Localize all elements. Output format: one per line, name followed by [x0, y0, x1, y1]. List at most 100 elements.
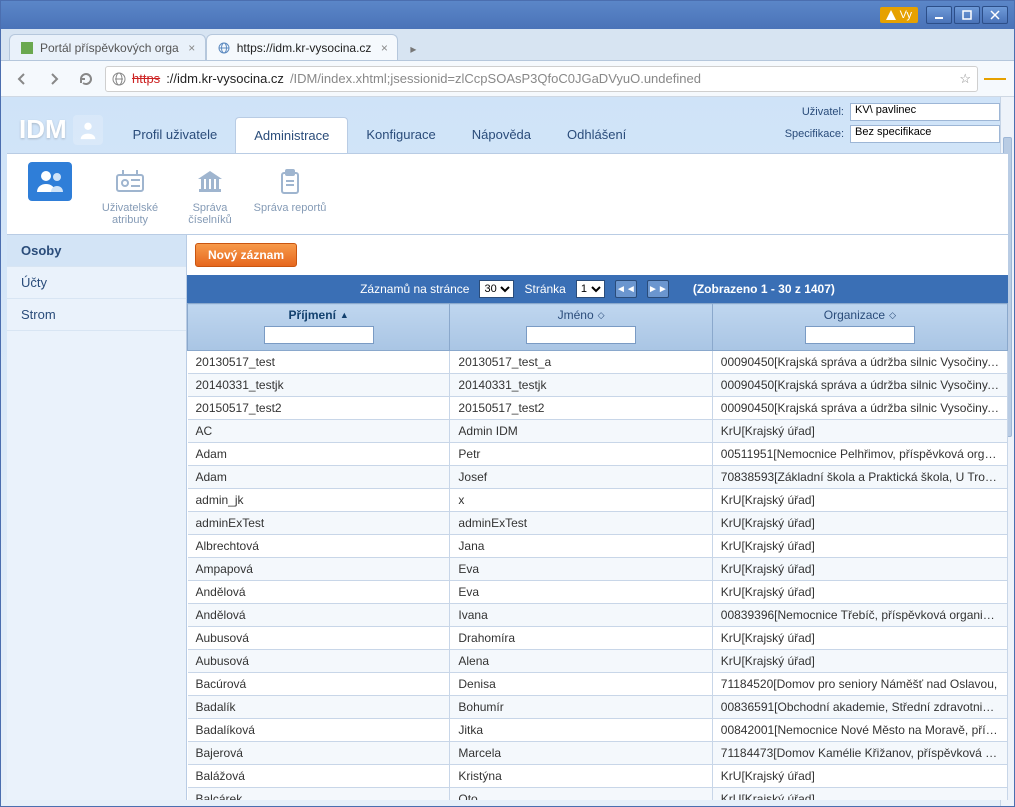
favicon-icon [20, 41, 34, 55]
tool-sprava-identit[interactable]: Správa identit [11, 160, 89, 234]
tab-close-icon[interactable]: × [377, 41, 391, 55]
new-tab-button[interactable]: ▸ [402, 38, 424, 60]
cell-surname: Balcárek [188, 788, 450, 800]
tab-title: https://idm.kr-vysocina.cz [237, 41, 372, 55]
user-label: Uživatel: [772, 106, 844, 118]
table-row[interactable]: 20150517_test220150517_test200090450[Kra… [188, 397, 1008, 420]
cell-surname: 20140331_testjk [188, 374, 450, 397]
tool-uzivatelske-atributy[interactable]: Uživatelské atributy [91, 160, 169, 234]
cell-name: Denisa [450, 673, 712, 696]
cell-surname: Aubusová [188, 650, 450, 673]
cell-org: KrU[Krajský úřad] [712, 765, 1007, 788]
page-select[interactable]: 1 [576, 280, 605, 298]
cell-org: KrU[Krajský úřad] [712, 581, 1007, 604]
table-row[interactable]: BadalíkBohumír00836591[Obchodní akademie… [188, 696, 1008, 719]
cell-name: Eva [450, 581, 712, 604]
table-row[interactable]: AubusováAlenaKrU[Krajský úřad] [188, 650, 1008, 673]
cell-name: Oto [450, 788, 712, 800]
cell-org: 00090450[Krajská správa a údržba silnic … [712, 351, 1007, 374]
pager-prev-button[interactable]: ◄◄ [615, 280, 637, 298]
sidebar-item-osoby[interactable]: Osoby [7, 235, 186, 267]
cell-org: KrU[Krajský úřad] [712, 558, 1007, 581]
cell-name: x [450, 489, 712, 512]
table-row[interactable]: adminExTestadminExTestKrU[Krajský úřad] [188, 512, 1008, 535]
table-row[interactable]: AdamPetr00511951[Nemocnice Pelhřimov, př… [188, 443, 1008, 466]
user-badge: Vy [880, 7, 918, 23]
cell-surname: Bacúrová [188, 673, 450, 696]
sidebar-item-strom[interactable]: Strom [7, 299, 186, 331]
cell-surname: Badalíková [188, 719, 450, 742]
bookmark-star-icon[interactable]: ☆ [959, 71, 971, 87]
table-row[interactable]: BajerováMarcela71184473[Domov Kamélie Kř… [188, 742, 1008, 765]
filter-name-input[interactable] [526, 326, 636, 344]
table-row[interactable]: BacúrováDenisa71184520[Domov pro seniory… [188, 673, 1008, 696]
table-row[interactable]: AlbrechtováJanaKrU[Krajský úřad] [188, 535, 1008, 558]
column-header-surname[interactable]: Příjmení▲ [188, 304, 450, 351]
tool-sprava-ciselniku[interactable]: Správa číselníků [171, 160, 249, 234]
table-row[interactable]: AubusováDrahomíraKrU[Krajský úřad] [188, 627, 1008, 650]
filter-surname-input[interactable] [264, 326, 374, 344]
forward-button[interactable] [41, 66, 67, 92]
url-field[interactable]: https://idm.kr-vysocina.cz/IDM/index.xht… [105, 66, 978, 92]
cell-name: Alena [450, 650, 712, 673]
cell-surname: AC [188, 420, 450, 443]
cell-surname: Adam [188, 443, 450, 466]
table-row[interactable]: AmpapováEvaKrU[Krajský úřad] [188, 558, 1008, 581]
browser-tab[interactable]: https://idm.kr-vysocina.cz × [206, 34, 399, 60]
spec-label: Specifikace: [772, 128, 844, 140]
cell-org: 00836591[Obchodní akademie, Střední zdra… [712, 696, 1007, 719]
pager-bar: Záznamů na stránce 30 Stránka 1 ◄◄ ►► (Z… [187, 275, 1008, 303]
table-row[interactable]: admin_jkxKrU[Krajský úřad] [188, 489, 1008, 512]
column-header-org[interactable]: Organizace◇ [712, 304, 1007, 351]
table-row[interactable]: BadalíkováJitka00842001[Nemocnice Nové M… [188, 719, 1008, 742]
table-row[interactable]: ACAdmin IDMKrU[Krajský úřad] [188, 420, 1008, 443]
pager-info: (Zobrazeno 1 - 30 z 1407) [693, 282, 835, 296]
records-per-page-label: Záznamů na stránce [360, 282, 469, 296]
records-per-page-select[interactable]: 30 [479, 280, 514, 298]
window-minimize-button[interactable] [926, 6, 952, 24]
nav-konfigurace[interactable]: Konfigurace [348, 117, 453, 153]
cell-name: Eva [450, 558, 712, 581]
tool-sprava-reportu[interactable]: Správa reportů [251, 160, 329, 234]
table-row[interactable]: AdamJosef70838593[Základní škola a Prakt… [188, 466, 1008, 489]
spec-field[interactable]: Bez specifikace [850, 125, 1000, 143]
os-window: Vy Portál příspěvkových orga × https://i… [0, 0, 1015, 807]
nav-profil-uzivatele[interactable]: Profil uživatele [115, 117, 236, 153]
cell-surname: Andělová [188, 604, 450, 627]
table-row[interactable]: 20140331_testjk20140331_testjk00090450[K… [188, 374, 1008, 397]
nav-odhlaseni[interactable]: Odhlášení [549, 117, 644, 153]
table-row[interactable]: BalážováKristýnaKrU[Krajský úřad] [188, 765, 1008, 788]
sort-both-icon: ◇ [598, 310, 605, 321]
table-row[interactable]: AndělováIvana00839396[Nemocnice Třebíč, … [188, 604, 1008, 627]
window-maximize-button[interactable] [954, 6, 980, 24]
left-sidebar: Osoby Účty Strom [7, 235, 187, 800]
tool-label: Správa identit [13, 202, 87, 214]
reload-button[interactable] [73, 66, 99, 92]
avatar-icon [73, 115, 103, 145]
user-field[interactable]: KV\ pavlinec [850, 103, 1000, 121]
table-row[interactable]: AndělováEvaKrU[Krajský úřad] [188, 581, 1008, 604]
nav-napoveda[interactable]: Nápověda [454, 117, 549, 153]
browser-tabstrip: Portál příspěvkových orga × https://idm.… [1, 29, 1014, 61]
sidebar-item-ucty[interactable]: Účty [7, 267, 186, 299]
nav-administrace[interactable]: Administrace [235, 117, 348, 153]
window-close-button[interactable] [982, 6, 1008, 24]
content-toolbar: Nový záznam [187, 235, 1008, 275]
tab-close-icon[interactable]: × [185, 41, 199, 55]
app-logo: IDM [7, 114, 115, 153]
back-button[interactable] [9, 66, 35, 92]
new-record-button[interactable]: Nový záznam [195, 243, 297, 267]
table-row[interactable]: BalcárekOtoKrU[Krajský úřad] [188, 788, 1008, 800]
browser-tab[interactable]: Portál příspěvkových orga × [9, 34, 206, 60]
cell-surname: 20130517_test [188, 351, 450, 374]
filter-org-input[interactable] [805, 326, 915, 344]
cell-org: KrU[Krajský úřad] [712, 420, 1007, 443]
site-info-icon[interactable] [112, 72, 126, 86]
browser-menu-button[interactable] [984, 68, 1006, 90]
window-titlebar: Vy [1, 1, 1014, 29]
globe-icon [217, 41, 231, 55]
pager-next-button[interactable]: ►► [647, 280, 669, 298]
column-header-name[interactable]: Jméno◇ [450, 304, 712, 351]
table-row[interactable]: 20130517_test20130517_test_a00090450[Kra… [188, 351, 1008, 374]
app-logo-text: IDM [19, 114, 67, 145]
